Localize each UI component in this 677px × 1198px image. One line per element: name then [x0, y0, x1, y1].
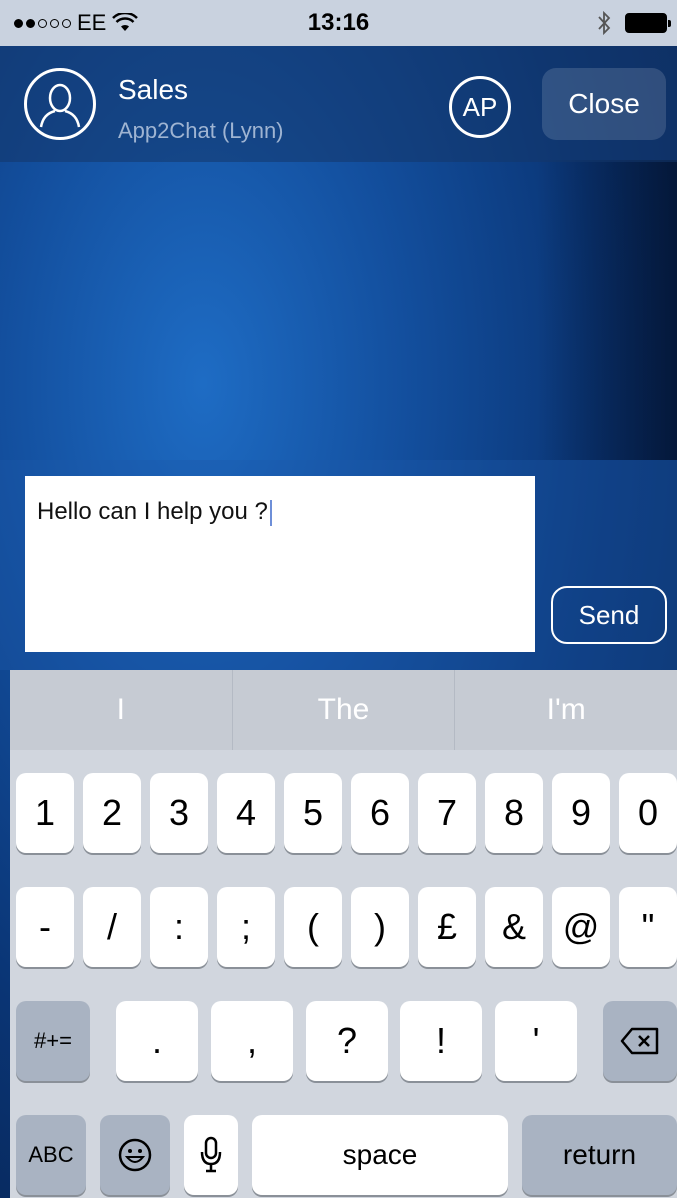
- key[interactable]: 1: [16, 773, 74, 853]
- dictation-key[interactable]: [184, 1115, 238, 1195]
- emoji-icon: [118, 1138, 152, 1172]
- key[interactable]: 9: [552, 773, 610, 853]
- key[interactable]: 8: [485, 773, 543, 853]
- suggestion-item[interactable]: I'm: [454, 670, 677, 750]
- symbols-key[interactable]: #+=: [16, 1001, 90, 1081]
- text-caret: [269, 499, 272, 526]
- space-key[interactable]: space: [252, 1115, 508, 1195]
- background-shade: [537, 160, 677, 460]
- return-key[interactable]: return: [522, 1115, 677, 1195]
- key[interactable]: 3: [150, 773, 208, 853]
- key[interactable]: @: [552, 887, 610, 967]
- suggestion-item[interactable]: The: [231, 670, 455, 750]
- microphone-icon: [200, 1136, 222, 1173]
- chat-subtitle: App2Chat (Lynn): [118, 118, 284, 143]
- backspace-key[interactable]: [603, 1001, 677, 1081]
- chat-header: Sales App2Chat (Lynn) AP Close: [0, 46, 677, 162]
- key[interactable]: (: [284, 887, 342, 967]
- avatar: [24, 68, 96, 140]
- key[interactable]: ": [619, 887, 677, 967]
- key[interactable]: 2: [83, 773, 141, 853]
- key[interactable]: &: [485, 887, 543, 967]
- key[interactable]: 5: [284, 773, 342, 853]
- key[interactable]: ,: [211, 1001, 293, 1081]
- key[interactable]: -: [16, 887, 74, 967]
- key[interactable]: £: [418, 887, 476, 967]
- key[interactable]: /: [83, 887, 141, 967]
- key[interactable]: ): [351, 887, 409, 967]
- agent-initials-button[interactable]: AP: [449, 76, 511, 138]
- bluetooth-icon: [598, 10, 611, 36]
- key[interactable]: ': [495, 1001, 577, 1081]
- battery-icon: [625, 13, 671, 33]
- key[interactable]: 7: [418, 773, 476, 853]
- suggestion-bar: I The I'm: [10, 670, 677, 750]
- abc-key[interactable]: ABC: [16, 1115, 86, 1195]
- key[interactable]: !: [400, 1001, 482, 1081]
- backspace-icon: [620, 1027, 659, 1055]
- chat-title: Sales: [118, 74, 189, 105]
- status-right: [597, 10, 671, 36]
- status-time: 13:16: [307, 9, 370, 36]
- close-button[interactable]: Close: [542, 68, 666, 140]
- key[interactable]: .: [116, 1001, 198, 1081]
- send-button[interactable]: Send: [551, 586, 667, 644]
- key[interactable]: :: [150, 887, 208, 967]
- key[interactable]: 4: [217, 773, 275, 853]
- key[interactable]: 6: [351, 773, 409, 853]
- key[interactable]: ;: [217, 887, 275, 967]
- message-input[interactable]: Hello can I help you ?: [25, 476, 535, 652]
- key[interactable]: ?: [306, 1001, 388, 1081]
- message-text: Hello can I help you ?: [37, 498, 268, 525]
- suggestion-item[interactable]: I: [10, 670, 232, 750]
- status-bar: EE 13:16: [0, 0, 677, 46]
- emoji-key[interactable]: [100, 1115, 170, 1195]
- key[interactable]: 0: [619, 773, 677, 853]
- user-silhouette-icon: [39, 83, 81, 128]
